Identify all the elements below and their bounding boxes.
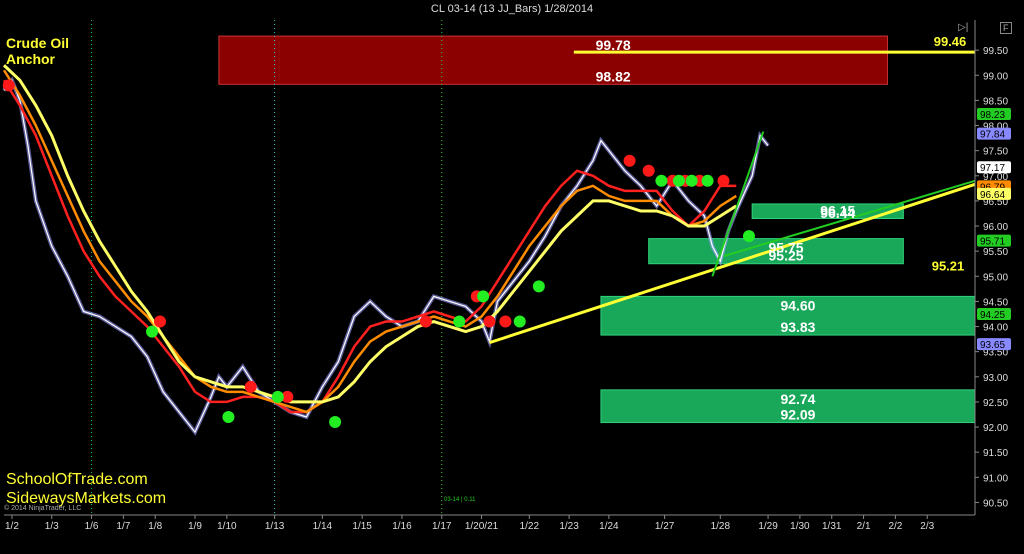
copyright-text: © 2014 NinjaTrader, LLC [4, 504, 81, 512]
red-signal-dot [419, 315, 432, 328]
y-axis: 99.5099.0098.5098.0097.5097.0096.5096.00… [974, 20, 1011, 515]
y-tick-label: 95.50 [983, 247, 1008, 258]
x-tick-label: 1/30 [790, 521, 810, 532]
x-tick-label: 1/28 [711, 521, 731, 532]
zone-top-label: 94.60 [780, 297, 815, 313]
y-tick-label: 98.50 [983, 96, 1008, 107]
x-tick-label: 1/17 [432, 521, 452, 532]
red-signal-dot [642, 164, 655, 177]
zone-bottom-label: 95.25 [769, 248, 804, 264]
zone-resistance [218, 35, 888, 85]
level-label: 95.21 [932, 259, 965, 274]
red-signal-dot [244, 380, 257, 393]
red-signal-dot [623, 154, 636, 167]
price-badge-label: 93.65 [980, 340, 1005, 351]
y-tick-label: 92.50 [983, 398, 1008, 409]
green-signal-dot [513, 315, 526, 328]
green-signal-dot [222, 411, 235, 424]
x-tick-label: 1/24 [599, 521, 619, 532]
y-tick-label: 94.50 [983, 297, 1008, 308]
price-badge-label: 94.25 [980, 310, 1005, 321]
x-tick-label: 1/16 [392, 521, 412, 532]
price-badge-label: 96.64 [980, 190, 1005, 201]
price-badge-label: 98.23 [980, 110, 1005, 121]
green-signal-dot [655, 174, 668, 187]
crude-oil-label: Crude Oil [6, 35, 69, 51]
y-tick-label: 96.00 [983, 222, 1008, 233]
x-tick-label: 1/2 [5, 521, 19, 532]
y-tick-label: 99.50 [983, 46, 1008, 57]
x-tick-label: 1/23 [559, 521, 579, 532]
x-tick-label: 1/29 [758, 521, 778, 532]
x-tick-label: 2/1 [857, 521, 871, 532]
x-tick-label: 1/13 [265, 521, 285, 532]
zone-top-label: 99.78 [596, 37, 631, 53]
zone-bottom-label: 98.82 [596, 68, 631, 84]
level-label: 99.46 [934, 34, 967, 49]
x-tick-label: 1/3 [45, 521, 59, 532]
chart-window: CL 03-14 (13 JJ_Bars) 1/28/2014 ▷| F 99.… [0, 0, 1024, 554]
green-signal-dot [271, 390, 284, 403]
green-signal-dot [672, 174, 685, 187]
y-tick-label: 91.00 [983, 473, 1008, 484]
x-tick-label: 1/20/21 [465, 521, 499, 532]
x-tick-label: 1/7 [116, 521, 130, 532]
x-tick-label: 1/22 [520, 521, 540, 532]
x-tick-label: 1/6 [85, 521, 99, 532]
green-signal-dot [329, 416, 342, 429]
x-tick-label: 2/2 [888, 521, 902, 532]
y-tick-label: 92.00 [983, 423, 1008, 434]
zone-bottom-label: 96.15 [820, 203, 855, 219]
zones-layer [218, 35, 976, 424]
x-tick-label: 1/31 [822, 521, 842, 532]
labels-layer: 99.7898.8296.4496.1595.7595.2594.6093.83… [596, 34, 967, 422]
zone-bottom-label: 92.09 [780, 407, 815, 423]
green-signal-dot [532, 280, 545, 293]
green-signal-dot [742, 230, 755, 243]
session-tag: 03-14 | 0.11 [444, 497, 476, 503]
green-signal-dot [146, 325, 159, 338]
x-tick-label: 2/3 [920, 521, 934, 532]
price-chart[interactable]: 99.7898.8296.4496.1595.7595.2594.6093.83… [0, 0, 1024, 554]
x-axis: 1/2 1/3 1/6 1/7 1/8 1/9 1/10 1/13 1/14 1/15 1/16 1/… [4, 514, 975, 532]
green-signal-dot [685, 174, 698, 187]
green-signal-dot [701, 174, 714, 187]
red-signal-dot [499, 315, 512, 328]
brand-schooloftrade: SchoolOfTrade.com [6, 471, 148, 488]
lines-layer [2, 20, 976, 515]
price-badge-label: 97.84 [980, 130, 1005, 141]
zone-bottom-label: 93.83 [780, 319, 815, 335]
y-tick-label: 93.00 [983, 373, 1008, 384]
y-tick-label: 90.50 [983, 498, 1008, 509]
x-tick-label: 1/15 [352, 521, 372, 532]
signal-dots-layer [2, 79, 755, 429]
y-tick-label: 99.00 [983, 71, 1008, 82]
anchor-label: Anchor [6, 51, 56, 67]
green-signal-dot [453, 315, 466, 328]
y-tick-label: 94.00 [983, 323, 1008, 334]
ma-line-sma_yellow [2, 64, 738, 404]
red-signal-dot [717, 174, 730, 187]
x-tick-label: 1/10 [217, 521, 237, 532]
red-signal-dot [483, 315, 496, 328]
x-tick-label: 1/14 [313, 521, 333, 532]
zone-top-label: 92.74 [780, 391, 815, 407]
price-badge-label: 95.71 [980, 237, 1005, 248]
red-signal-dot [153, 315, 166, 328]
x-tick-label: 1/27 [655, 521, 675, 532]
green-signal-dot [477, 290, 490, 303]
y-tick-label: 97.50 [983, 147, 1008, 158]
x-tick-label: 1/8 [148, 521, 162, 532]
red-signal-dot [2, 79, 15, 92]
price-badge-label: 97.17 [980, 163, 1005, 174]
x-tick-label: 1/9 [188, 521, 202, 532]
y-tick-label: 91.50 [983, 448, 1008, 459]
y-tick-label: 95.00 [983, 272, 1008, 283]
